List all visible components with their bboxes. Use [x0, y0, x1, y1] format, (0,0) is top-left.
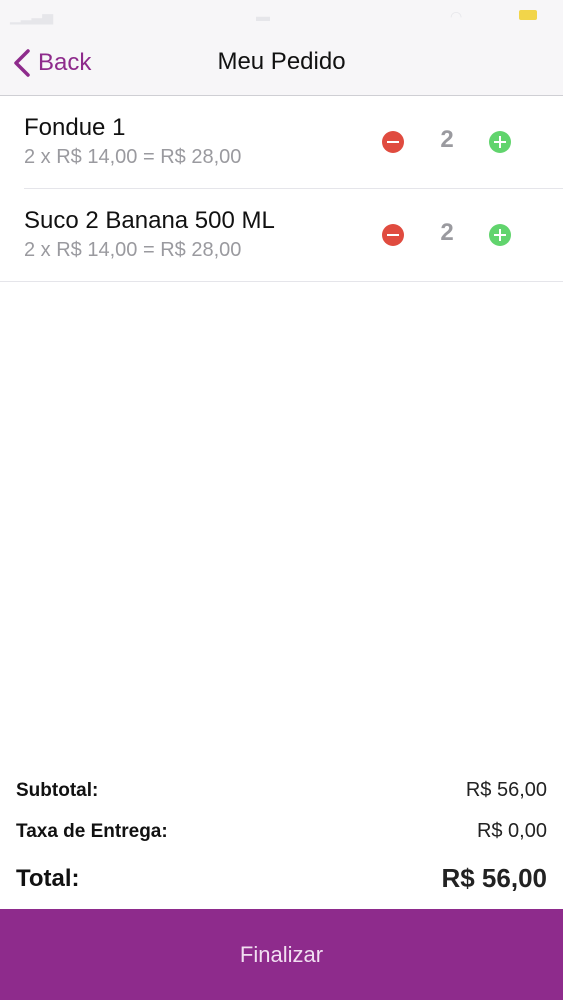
subtotal-value: R$ 56,00 — [465, 779, 547, 801]
subtotal-label: Subtotal: — [16, 780, 99, 801]
item-name: Suco 2 Banana 500 ML — [24, 207, 275, 234]
delivery-fee-value: R$ 0,00 — [476, 820, 547, 842]
subtotal-row: Subtotal: R$ 56,00 — [0, 770, 563, 811]
page-title: Meu Pedido — [217, 48, 346, 75]
order-item: Suco 2 Banana 500 ML 2 x R$ 14,00 = R$ 2… — [0, 189, 563, 282]
decrease-quantity-button[interactable] — [382, 224, 404, 246]
battery-icon — [519, 10, 537, 20]
increase-quantity-button[interactable] — [489, 224, 511, 246]
total-label: Total: — [16, 865, 80, 892]
increase-quantity-button[interactable] — [489, 131, 511, 153]
clock-icon: ▬ — [256, 8, 270, 24]
delivery-fee-row: Taxa de Entrega: R$ 0,00 — [0, 811, 563, 852]
total-value: R$ 56,00 — [441, 863, 547, 893]
decrease-quantity-button[interactable] — [382, 131, 404, 153]
delivery-fee-label: Taxa de Entrega: — [16, 821, 168, 842]
item-price-line: 2 x R$ 14,00 = R$ 28,00 — [24, 146, 242, 168]
item-name: Fondue 1 — [24, 114, 126, 141]
wifi-icon: ◠ — [450, 8, 463, 24]
item-quantity: 2 — [440, 126, 454, 153]
order-list: Fondue 1 2 x R$ 14,00 = R$ 28,00 2 Suco … — [0, 96, 563, 282]
order-summary: Subtotal: R$ 56,00 Taxa de Entrega: R$ 0… — [0, 770, 563, 893]
status-bar: ▁▂▃▅ ▬ ◠ — [0, 0, 563, 32]
finalize-button[interactable]: Finalizar — [0, 909, 563, 1000]
total-row: Total: R$ 56,00 — [0, 852, 563, 893]
item-quantity: 2 — [440, 219, 454, 246]
order-item: Fondue 1 2 x R$ 14,00 = R$ 28,00 2 — [24, 96, 563, 189]
navigation-bar: Back Meu Pedido — [0, 32, 563, 96]
signal-icon: ▁▂▃▅ — [10, 8, 54, 24]
item-price-line: 2 x R$ 14,00 = R$ 28,00 — [24, 239, 242, 261]
